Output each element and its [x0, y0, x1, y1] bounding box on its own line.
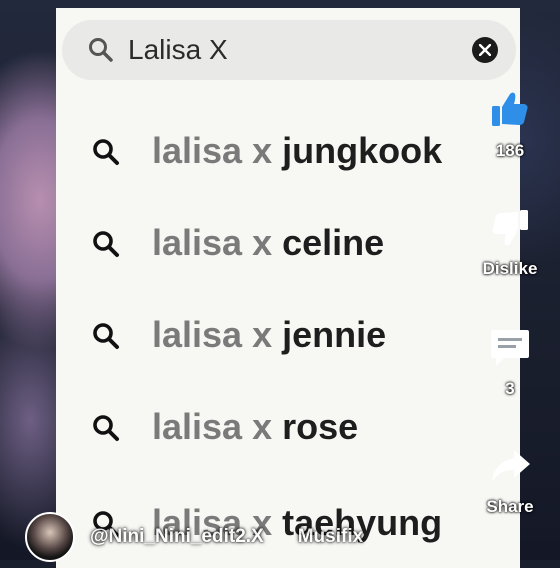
suggestion-text: lalisa x jennie: [152, 314, 387, 355]
channel-name[interactable]: @Nini_Nini_edit2.X: [90, 526, 264, 547]
clear-search-button[interactable]: [472, 37, 498, 63]
search-suggestions-panel: [56, 8, 520, 568]
suggestion-text: lalisa x jungkook: [152, 130, 443, 171]
comment-count: 3: [505, 379, 515, 398]
suggestion-item[interactable]: lalisa x jennie: [84, 306, 484, 366]
dislike-label: Dislike: [482, 259, 538, 278]
thumbs-down-icon: [492, 210, 528, 246]
share-label: Share: [486, 497, 534, 516]
suggestion-text: lalisa x rose: [152, 406, 359, 447]
search-bar[interactable]: Lalisa X: [62, 20, 516, 80]
search-icon: [88, 37, 114, 63]
comment-icon: [491, 330, 529, 366]
search-icon: [92, 414, 120, 442]
search-icon: [92, 322, 120, 350]
suggestion-item[interactable]: lalisa x jungkook: [84, 122, 484, 182]
suggestion-text: lalisa x celine: [152, 222, 385, 263]
suggestion-item[interactable]: lalisa x celine: [84, 214, 484, 274]
dislike-button[interactable]: Dislike: [482, 206, 538, 279]
search-input[interactable]: Lalisa X: [128, 34, 228, 66]
close-icon: [479, 44, 491, 56]
suggestion-item[interactable]: lalisa x rose: [84, 398, 484, 458]
channel-avatar[interactable]: [25, 512, 75, 562]
video-footer: @Nini_Nini_edit2.X Musifix: [90, 526, 363, 548]
search-icon: [92, 230, 120, 258]
thumbs-up-icon: [492, 92, 528, 126]
music-label[interactable]: Musifix: [298, 526, 363, 547]
share-icon: [492, 450, 530, 482]
like-button[interactable]: 186: [482, 88, 538, 161]
comments-button[interactable]: 3: [482, 326, 538, 399]
like-count: 186: [495, 141, 525, 160]
search-icon: [92, 138, 120, 166]
share-button[interactable]: Share: [482, 444, 538, 517]
